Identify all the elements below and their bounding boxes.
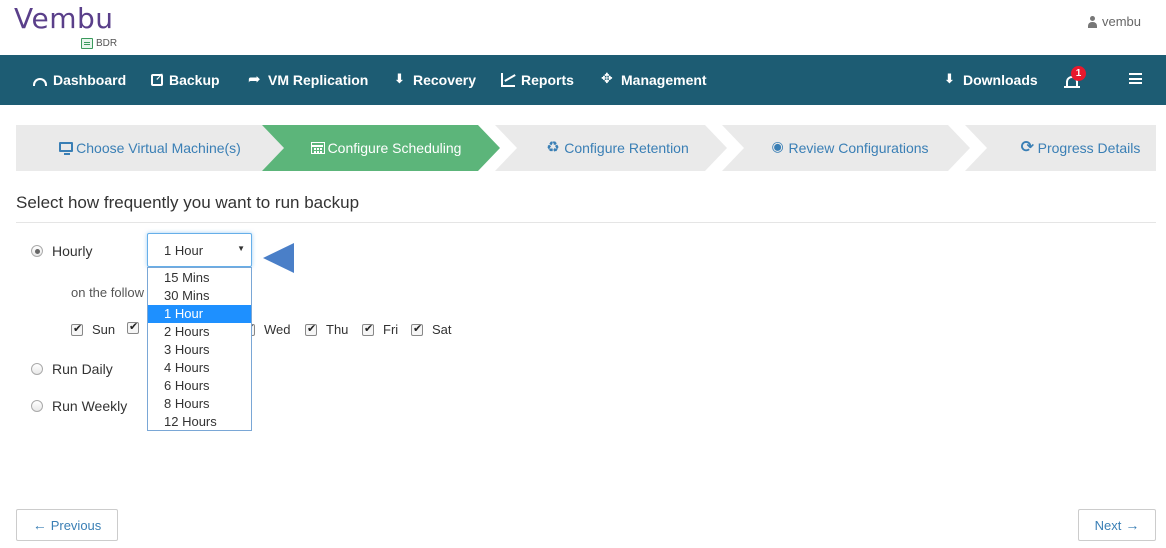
radio-hourly[interactable]: Hourly [31,243,92,259]
radio-daily[interactable]: Run Daily [31,361,113,377]
step-progress-details[interactable]: Progress Details [965,125,1156,171]
previous-label: Previous [50,517,102,533]
nav-label: VM Replication [268,72,369,88]
crosshair-icon [601,70,615,87]
day-thu[interactable]: Thu [305,322,348,337]
nav-downloads[interactable]: Downloads [943,55,1038,105]
dropdown-option[interactable]: 8 Hours [148,395,251,413]
radio-button[interactable] [31,245,43,257]
download-icon [393,71,407,87]
day-label: Wed [264,322,291,337]
days-checkboxes: Sun Wed Thu Fri Sat [71,320,471,340]
step-review-configurations[interactable]: Review Configurations [722,125,970,171]
nav-backup[interactable]: Backup [151,55,220,105]
nav-management[interactable]: Management [601,55,707,105]
step-configure-scheduling[interactable]: Configure Scheduling [262,125,500,171]
arrow-right-icon: → [1125,517,1140,533]
dropdown-option[interactable]: 4 Hours [148,359,251,377]
step-label: Choose Virtual Machine(s) [76,140,241,156]
day-label: Fri [383,322,399,337]
wizard-steps: Choose Virtual Machine(s) Configure Sche… [16,125,1156,171]
step-label: Configure Scheduling [327,140,462,156]
nav-label: Reports [521,72,574,88]
bell-base [1064,86,1080,88]
checkbox[interactable] [362,322,374,336]
next-label: Next [1094,517,1122,533]
day-label: Thu [326,322,349,337]
hamburger-menu-icon[interactable] [1129,73,1142,84]
recycle-icon [546,138,561,156]
dropdown-option[interactable]: 3 Hours [148,341,251,359]
radio-label: Run Daily [52,361,113,377]
section-divider [16,222,1156,223]
downloads-icon [943,71,957,87]
interval-select[interactable]: 1 Hour ▼ [147,233,252,267]
notifications-bell[interactable]: 1 [1064,66,1086,90]
monitor-icon [59,141,74,155]
nav-label: Downloads [963,72,1038,88]
user-icon [1087,15,1098,28]
username: vembu [1101,14,1141,29]
day-fri[interactable]: Fri [362,322,398,337]
dropdown-option[interactable]: 2 Hours [148,323,251,341]
dashboard-icon [33,78,47,86]
logo-subtitle: BDR [81,38,117,49]
chart-icon [501,73,515,87]
dropdown-option[interactable]: 6 Hours [148,377,251,395]
caret-down-icon: ▼ [237,244,245,253]
checkbox[interactable] [411,322,423,336]
day-label: Sun [92,322,116,337]
nav-recovery[interactable]: Recovery [393,55,476,105]
day-sat[interactable]: Sat [411,322,452,337]
radio-label: Run Weekly [52,398,128,414]
interval-dropdown-list: 15 Mins 30 Mins 1 Hour 2 Hours 3 Hours 4… [147,267,252,431]
vembu-logo[interactable]: Vembu BDR [14,2,117,49]
nav-dashboard[interactable]: Dashboard [33,55,126,105]
radio-button[interactable] [31,400,43,412]
dropdown-option[interactable]: 15 Mins [148,269,251,287]
backup-icon [151,70,164,86]
day-mon[interactable] [127,320,148,334]
radio-label: Hourly [52,243,93,259]
nav-reports[interactable]: Reports [501,55,574,105]
nav-label: Dashboard [53,72,127,88]
arrow-left-icon: ← [32,517,47,533]
next-button[interactable]: Next → [1078,509,1156,541]
checkbox[interactable] [71,322,83,336]
checkbox[interactable] [305,322,317,336]
step-label: Review Configurations [788,140,929,156]
schedule-title: Select how frequently you want to run ba… [16,193,360,212]
share-icon [248,70,262,88]
calendar-icon [310,142,325,154]
day-sun[interactable]: Sun [71,322,115,337]
radio-button[interactable] [31,363,43,375]
nav-label: Management [621,72,707,88]
pointer-arrow-icon [263,243,294,273]
checkbox[interactable] [127,320,139,334]
nav-vm-replication[interactable]: VM Replication [248,55,368,105]
step-configure-retention[interactable]: Configure Retention [495,125,727,171]
dropdown-option-selected[interactable]: 1 Hour [148,305,251,323]
day-label: Sat [432,322,452,337]
notification-badge: 1 [1071,66,1086,81]
refresh-icon [1021,137,1035,157]
bdr-icon [81,38,93,49]
radio-weekly[interactable]: Run Weekly [31,398,127,414]
logo-text: Vembu [14,2,114,35]
days-label: on the follow [71,285,144,300]
step-label: Configure Retention [564,140,689,156]
step-label: Progress Details [1037,140,1141,156]
dropdown-option[interactable]: 12 Hours [148,413,251,431]
dropdown-option[interactable]: 30 Mins [148,287,251,305]
nav-label: Backup [169,72,220,88]
main-navbar: Dashboard Backup VM Replication Recovery… [0,55,1166,105]
eye-icon [771,138,785,155]
nav-label: Recovery [413,72,477,88]
interval-value: 1 Hour [164,242,204,258]
step-choose-vm[interactable]: Choose Virtual Machine(s) [16,125,284,171]
user-menu[interactable]: vembu [1087,14,1141,29]
logo-sub-text: BDR [96,38,118,49]
top-header: Vembu BDR vembu [0,0,1166,55]
previous-button[interactable]: ← Previous [16,509,118,541]
